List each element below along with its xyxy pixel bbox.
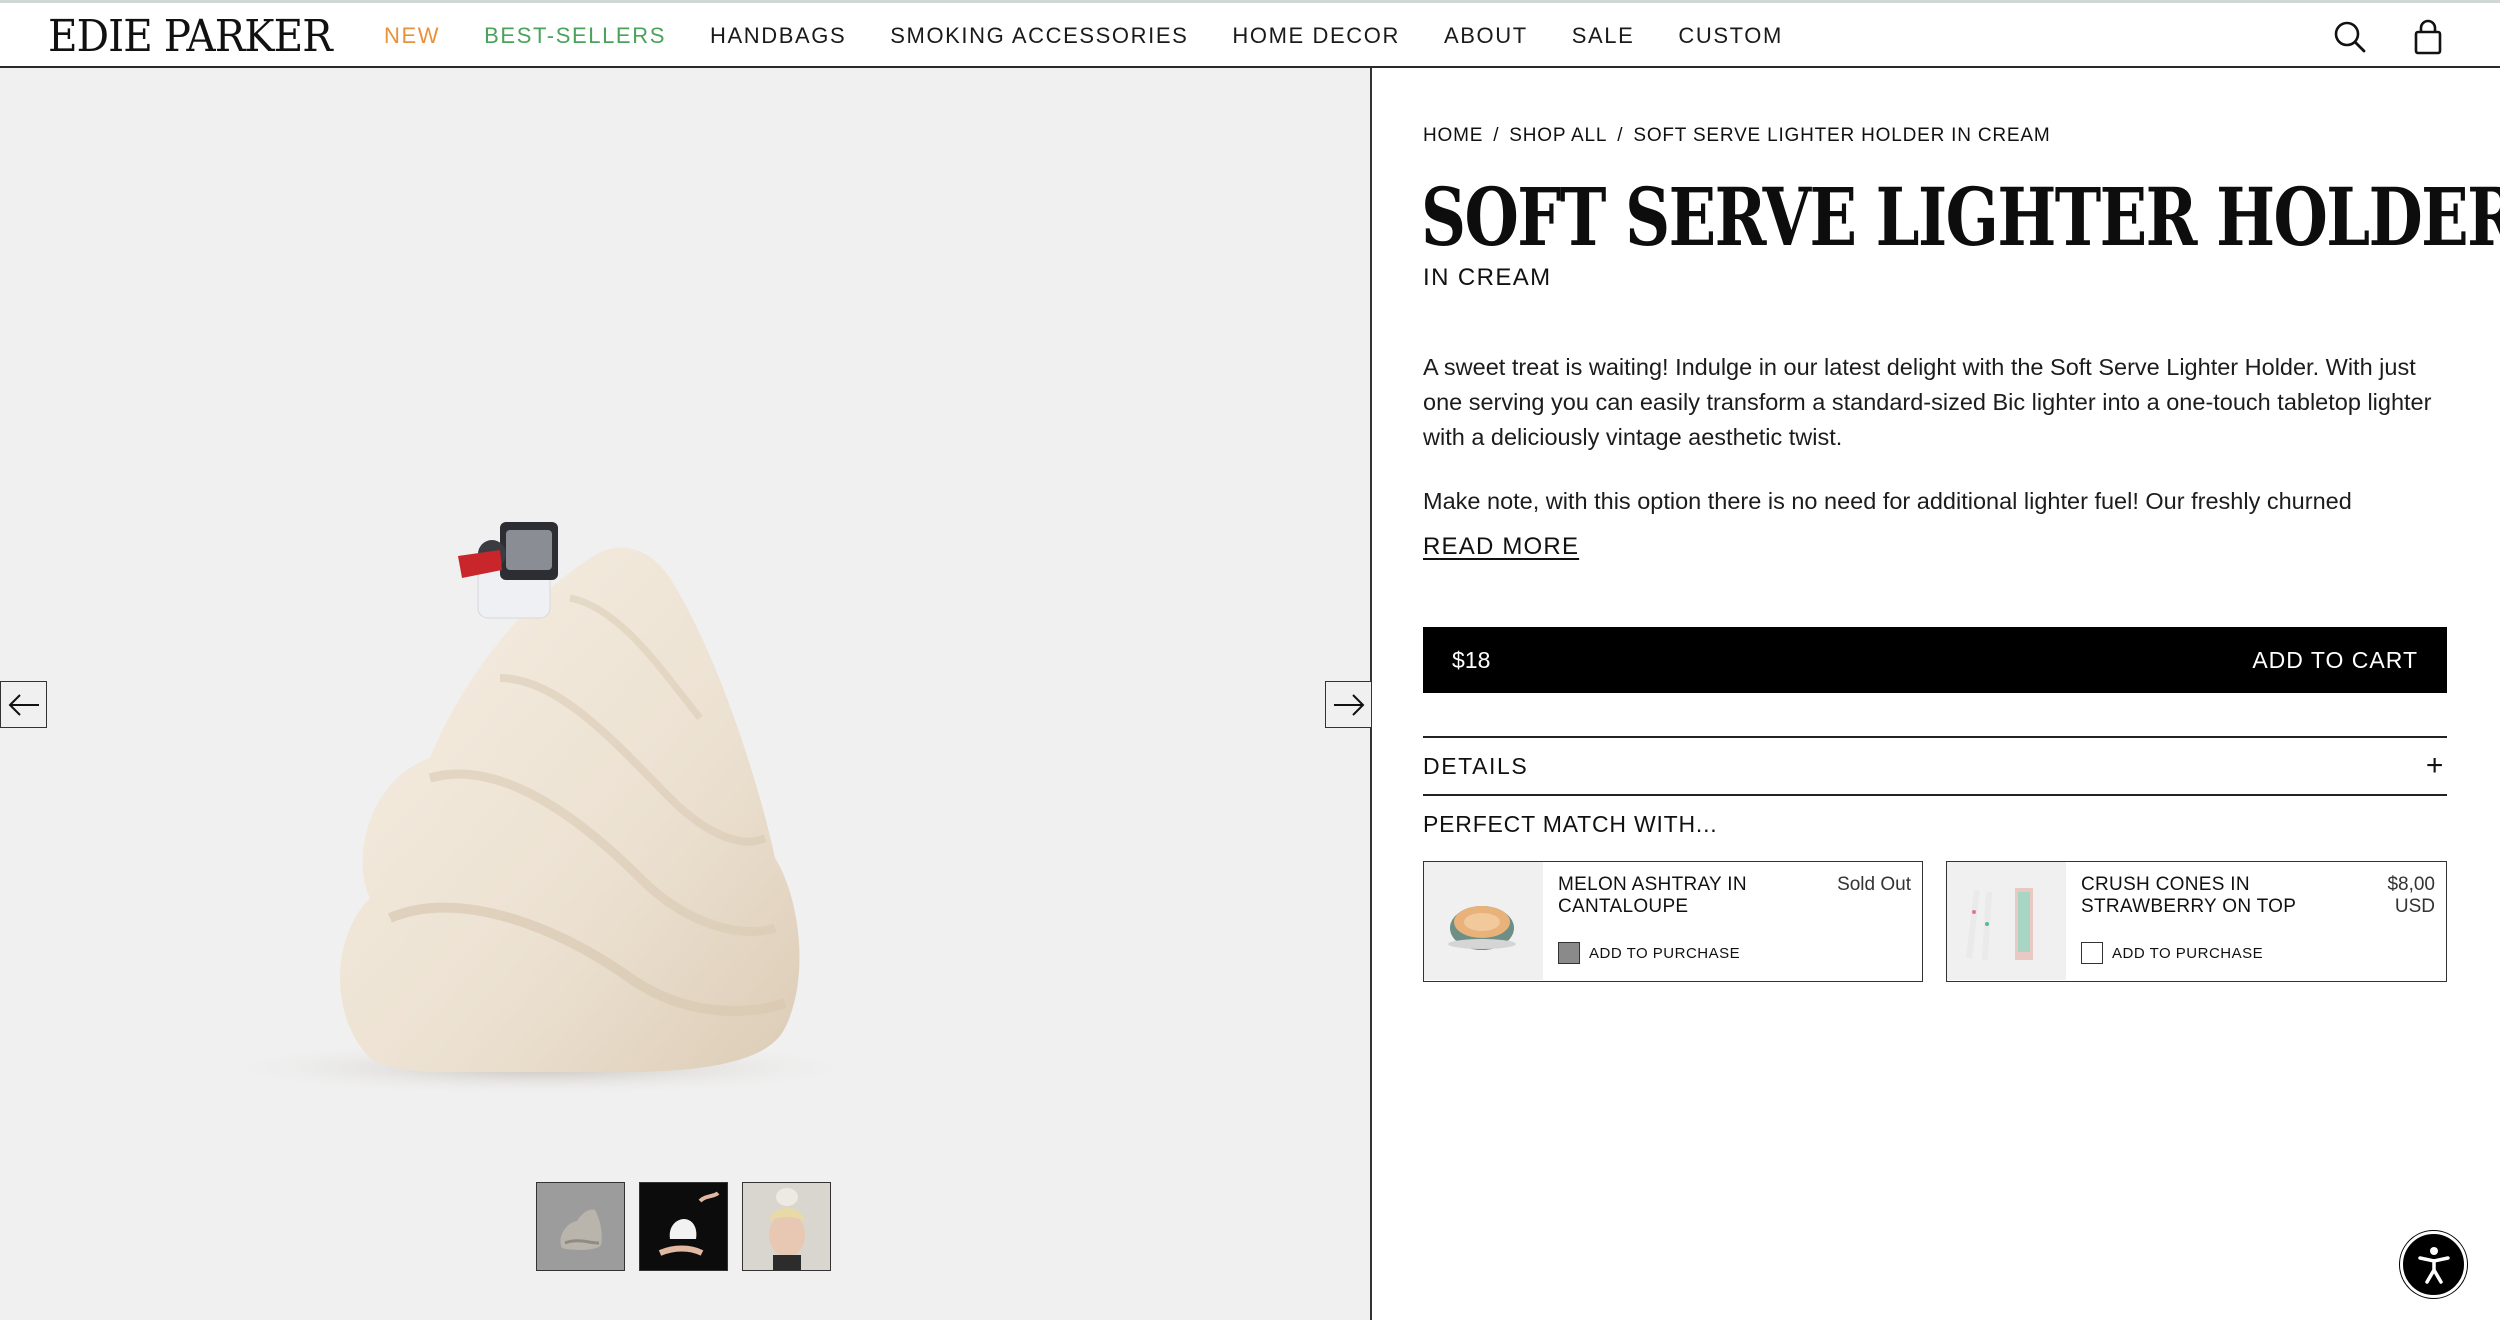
- match-card-crush-cones: CRUSH CONES IN STRAWBERRY ON TOP $8,00 U…: [1946, 861, 2447, 982]
- site-header: EDIE PARKER NEW BEST-SELLERS HANDBAGS SM…: [0, 0, 2500, 68]
- add-to-purchase-label: ADD TO PURCHASE: [1589, 944, 1741, 962]
- nav-item-custom[interactable]: CUSTOM: [1678, 23, 1783, 49]
- main-nav: NEW BEST-SELLERS HANDBAGS SMOKING ACCESS…: [384, 3, 1827, 69]
- description-paragraph-2: Make note, with this option there is no …: [1423, 488, 2352, 514]
- checkbox[interactable]: [2081, 942, 2103, 964]
- add-to-purchase-toggle[interactable]: ADD TO PURCHASE: [1558, 942, 1740, 964]
- crush-cones-image[interactable]: [1947, 862, 2066, 980]
- product-info: HOME / SHOP ALL / SOFT SERVE LIGHTER HOL…: [1374, 68, 2500, 1320]
- melon-ashtray-image[interactable]: [1424, 862, 1543, 980]
- breadcrumb-separator: /: [1617, 125, 1624, 146]
- nav-item-handbags[interactable]: HANDBAGS: [710, 23, 846, 49]
- match-item-status: Sold Out: [1837, 874, 1911, 895]
- match-card-melon-ashtray: MELON ASHTRAY IN CANTALOUPE Sold Out ADD…: [1423, 861, 1923, 982]
- perfect-match-title: PERFECT MATCH WITH...: [1423, 811, 1718, 837]
- thumbnail-3[interactable]: [742, 1182, 831, 1271]
- nav-item-smoking-accessories[interactable]: SMOKING ACCESSORIES: [890, 23, 1188, 49]
- add-to-purchase-toggle[interactable]: ADD TO PURCHASE: [2081, 942, 2263, 964]
- checkbox[interactable]: [1558, 942, 1580, 964]
- match-item-price: $8,00 USD: [2387, 874, 2435, 917]
- accessibility-icon[interactable]: [2400, 1231, 2467, 1298]
- add-to-cart-label: ADD TO CART: [2252, 646, 2418, 673]
- nav-item-best-sellers[interactable]: BEST-SELLERS: [484, 23, 666, 49]
- nav-item-about[interactable]: ABOUT: [1444, 23, 1528, 49]
- breadcrumb-home[interactable]: HOME: [1423, 125, 1483, 147]
- breadcrumb: HOME / SHOP ALL / SOFT SERVE LIGHTER HOL…: [1423, 125, 2050, 147]
- details-accordion[interactable]: DETAILS +: [1423, 736, 2447, 796]
- product-description: A sweet treat is waiting! Indulge in our…: [1423, 350, 2443, 519]
- product-title: SOFT SERVE LIGHTER HOLDER: [1421, 170, 2500, 264]
- details-label: DETAILS: [1423, 752, 1529, 779]
- plus-icon: +: [2425, 749, 2445, 782]
- breadcrumb-current: SOFT SERVE LIGHTER HOLDER IN CREAM: [1633, 125, 2051, 146]
- thumbnail-1[interactable]: [536, 1182, 625, 1271]
- read-more-link[interactable]: READ MORE: [1423, 533, 1579, 561]
- description-paragraph-1: A sweet treat is waiting! Indulge in our…: [1423, 354, 2432, 450]
- arrow-right-icon[interactable]: [1325, 681, 1372, 728]
- nav-item-new[interactable]: NEW: [384, 23, 440, 49]
- add-to-purchase-label: ADD TO PURCHASE: [2112, 944, 2264, 962]
- product-gallery: [0, 68, 1372, 1320]
- nav-item-sale[interactable]: SALE: [1572, 23, 1635, 49]
- product-image-soft-serve: [210, 522, 870, 1096]
- search-icon[interactable]: [2330, 17, 2370, 57]
- product-variant: IN CREAM: [1423, 264, 1552, 291]
- thumbnail-2[interactable]: [639, 1182, 728, 1271]
- shopping-bag-icon[interactable]: [2408, 17, 2448, 57]
- product-price: $18: [1452, 646, 1491, 673]
- breadcrumb-separator: /: [1493, 125, 1500, 146]
- add-to-cart-button[interactable]: $18 ADD TO CART: [1423, 627, 2447, 693]
- arrow-left-icon[interactable]: [0, 681, 47, 728]
- brand-logo[interactable]: EDIE PARKER: [48, 9, 333, 65]
- thumbnail-strip: [536, 1182, 831, 1271]
- nav-item-home-decor[interactable]: HOME DECOR: [1232, 23, 1400, 49]
- breadcrumb-shop-all[interactable]: SHOP ALL: [1509, 125, 1607, 147]
- match-item-name[interactable]: MELON ASHTRAY IN CANTALOUPE: [1558, 874, 1798, 918]
- match-item-name[interactable]: CRUSH CONES IN STRAWBERRY ON TOP: [2081, 874, 2321, 918]
